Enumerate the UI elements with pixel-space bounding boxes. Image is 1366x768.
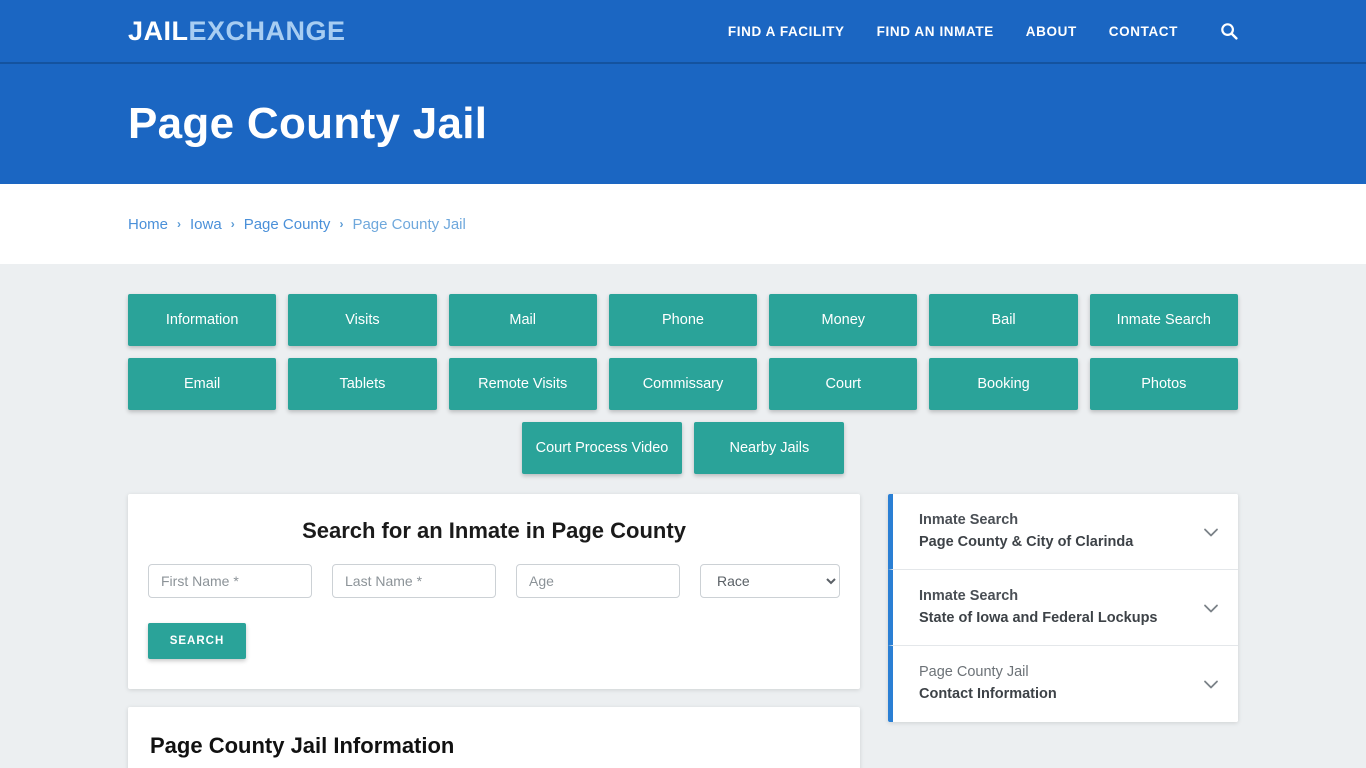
button-phone[interactable]: Phone [608,294,758,346]
breadcrumb: Home › Iowa › Page County › Page County … [128,216,466,233]
button-booking[interactable]: Booking [929,358,1078,410]
accordion-item-line1: Page County Jail [919,664,1029,681]
page-title: Page County Jail [128,99,488,148]
accordion-item-line1: Inmate Search [919,511,1019,528]
logo-part-jail: JAIL [128,15,189,46]
content-columns: Search for an Inmate in Page County Race… [128,494,1238,768]
search-panel-title: Search for an Inmate in Page County [302,518,686,543]
button-email[interactable]: Email [128,358,277,410]
breadcrumb-item-page-county[interactable]: Page County [244,216,331,233]
right-column: Inmate Search Page County & City of Clar… [888,494,1238,722]
button-commissary[interactable]: Commissary [608,358,758,410]
left-column: Search for an Inmate in Page County Race… [128,494,860,768]
button-grid-row-2: Email Tablets Remote Visits Commissary C… [128,358,1238,410]
accordion-item-line2: Contact Information [919,686,1057,702]
button-grid-row-3: Court Process Video Nearby Jails [128,422,1238,474]
breadcrumb-band: Home › Iowa › Page County › Page County … [0,184,1366,264]
accordion-item-contact-information[interactable]: Page County Jail Contact Information [888,646,1238,722]
main-navigation: FIND A FACILITY FIND AN INMATE ABOUT CON… [728,22,1238,40]
accordion-item-line2: Page County & City of Clarinda [919,533,1134,550]
page-title-band: Page County Jail [0,64,1366,184]
breadcrumb-item-iowa[interactable]: Iowa [190,216,222,233]
section-nav-button-grid: Information Visits Mail Phone Money Bail… [128,264,1238,474]
chevron-right-icon: › [230,217,235,231]
race-select[interactable]: Race [700,564,840,598]
logo-part-exchange: EXCHANGE [188,15,346,46]
search-icon[interactable] [1220,22,1238,40]
accordion-item-inmate-search-county[interactable]: Inmate Search Page County & City of Clar… [888,494,1238,570]
age-input[interactable] [516,564,680,598]
site-header: JAILEXCHANGE FIND A FACILITY FIND AN INM… [0,0,1366,64]
last-name-input[interactable] [332,564,496,598]
button-information[interactable]: Information [128,294,277,346]
main-content: Information Visits Mail Phone Money Bail… [0,264,1366,768]
site-logo[interactable]: JAILEXCHANGE [128,16,346,47]
accordion-item-line1: Inmate Search [919,587,1019,604]
accordion-item-text: Inmate Search State of Iowa and Federal … [919,586,1200,630]
nav-about[interactable]: ABOUT [1026,24,1077,39]
jail-information-title: Page County Jail Information [150,733,455,758]
button-inmate-search[interactable]: Inmate Search [1089,294,1238,346]
jail-information-panel: Page County Jail Information [128,707,860,768]
breadcrumb-item-page-county-jail: Page County Jail [352,215,466,233]
button-tablets[interactable]: Tablets [288,358,437,410]
accordion-item-inmate-search-state[interactable]: Inmate Search State of Iowa and Federal … [888,570,1238,646]
button-visits[interactable]: Visits [288,294,437,346]
chevron-right-icon: › [339,217,344,231]
accordion-item-text: Inmate Search Page County & City of Clar… [919,510,1200,554]
button-mail[interactable]: Mail [448,294,597,346]
accordion-item-text: Page County Jail Contact Information [919,662,1200,706]
first-name-input[interactable] [148,564,312,598]
button-court[interactable]: Court [769,358,918,410]
chevron-down-icon[interactable] [1200,521,1222,543]
button-grid-row-1: Information Visits Mail Phone Money Bail… [128,294,1238,346]
button-court-process-video[interactable]: Court Process Video [521,422,683,474]
button-money[interactable]: Money [769,294,918,346]
inmate-search-panel: Search for an Inmate in Page County Race… [128,494,860,689]
nav-contact[interactable]: CONTACT [1109,24,1178,39]
button-photos[interactable]: Photos [1089,358,1238,410]
nav-find-an-inmate[interactable]: FIND AN INMATE [877,24,994,39]
chevron-down-icon[interactable] [1200,597,1222,619]
button-remote-visits[interactable]: Remote Visits [448,358,597,410]
search-submit-button[interactable]: SEARCH [148,623,246,659]
chevron-right-icon: › [177,217,182,231]
accordion-item-line2: State of Iowa and Federal Lockups [919,609,1158,626]
nav-find-a-facility[interactable]: FIND A FACILITY [728,24,845,39]
breadcrumb-item-home[interactable]: Home [128,216,168,233]
sidebar-accordion: Inmate Search Page County & City of Clar… [888,494,1238,722]
button-bail[interactable]: Bail [929,294,1078,346]
button-nearby-jails[interactable]: Nearby Jails [694,422,845,474]
search-fields: Race [148,564,840,598]
chevron-down-icon[interactable] [1200,673,1222,695]
